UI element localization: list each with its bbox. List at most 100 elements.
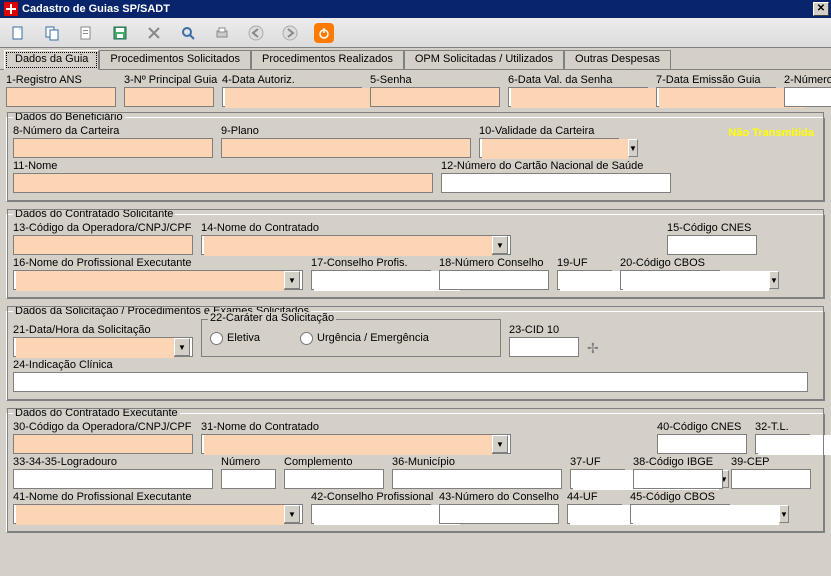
back-icon[interactable] [246,23,266,43]
label-45: 45-Código CBOS [630,491,730,503]
group-solicitacao: Dados da Solicitação / Procedimentos e E… [6,305,825,401]
copy-icon[interactable] [42,23,62,43]
label-13: 13-Código da Operadora/CNPJ/CPF [13,222,193,234]
label-4: 4-Data Autoriz. [222,74,362,86]
toolbar [0,18,831,48]
add-cid-icon[interactable]: ✢ [587,340,607,357]
delete-icon[interactable] [144,23,164,43]
dropdown-nome-contratado-exec[interactable]: ▼ [492,435,508,453]
label-38: 38-Código IBGE [633,456,723,468]
input-indicacao-clinica[interactable] [13,372,808,392]
paste-icon[interactable] [76,23,96,43]
label-39: 39-CEP [731,456,811,468]
status-label: Não Transmitida [728,127,814,139]
label-33: 33-34-35-Logradouro [13,456,213,468]
label-10: 10-Validade da Carteira [479,125,619,137]
input-registro-ans[interactable] [6,87,116,107]
print-icon[interactable] [212,23,232,43]
label-1: 1-Registro ANS [6,74,116,86]
input-num-conselho-exec[interactable] [439,504,559,524]
legend-executante: Dados do Contratado Executante [13,407,180,419]
input-nome-contratado-solic[interactable] [204,236,492,256]
label-2: 2-Número [784,74,831,86]
label-32: 32-T.L. [755,421,810,433]
dropdown-cbos-exec[interactable]: ▼ [779,505,789,523]
input-nome-contratado-exec[interactable] [204,435,492,455]
label-7: 7-Data Emissão Guia [656,74,776,86]
legend-beneficiario: Dados do Beneficiário [13,111,125,123]
input-num-conselho-solic[interactable] [439,270,549,290]
input-complemento[interactable] [284,469,384,489]
input-logradouro[interactable] [13,469,213,489]
label-6: 6-Data Val. da Senha [508,74,648,86]
input-ibge[interactable] [633,469,723,489]
label-31: 31-Nome do Contratado [201,421,511,433]
label-9: 9-Plano [221,125,471,137]
input-cep[interactable] [731,469,811,489]
input-senha[interactable] [370,87,500,107]
save-icon[interactable] [110,23,130,43]
input-plano[interactable] [221,138,471,158]
input-profissional-solic[interactable] [16,271,284,291]
input-validade-carteira[interactable] [482,139,628,159]
tab-proc-realizados[interactable]: Procedimentos Realizados [251,50,404,69]
tab-strip: Dados da Guia Procedimentos Solicitados … [0,48,831,70]
input-profissional-exec[interactable] [16,505,284,525]
label-num: Número [221,456,276,468]
tab-proc-solicitados[interactable]: Procedimentos Solicitados [99,50,251,69]
label-5: 5-Senha [370,74,500,86]
label-14: 14-Nome do Contratado [201,222,511,234]
label-19: 19-UF [557,257,612,269]
label-43: 43-Número do Conselho [439,491,559,503]
tab-content: 1-Registro ANS 3-Nº Principal Guia 4-Dat… [0,70,831,543]
label-36: 36-Município [392,456,562,468]
dropdown-cbos-solic[interactable]: ▼ [769,271,779,289]
input-cod-operadora-exec[interactable] [13,434,193,454]
radio-urgencia[interactable]: Urgência / Emergência [300,332,429,345]
power-icon[interactable] [314,23,334,43]
label-11: 11-Nome [13,160,433,172]
close-button[interactable]: ✕ [813,2,829,16]
input-num-end[interactable] [221,469,276,489]
dropdown-profissional-exec[interactable]: ▼ [284,505,300,523]
dropdown-nome-contratado-solic[interactable]: ▼ [492,236,508,254]
dropdown-profissional-solic[interactable]: ▼ [284,271,300,289]
label-24: 24-Indicação Clínica [13,359,808,371]
label-3: 3-Nº Principal Guia [124,74,214,86]
dropdown-data-solicitacao[interactable]: ▼ [174,338,190,356]
new-icon[interactable] [8,23,28,43]
input-data-val-senha[interactable] [511,88,657,108]
tab-opm[interactable]: OPM Solicitadas / Utilizados [404,50,564,69]
label-21: 21-Data/Hora da Solicitação [13,324,193,336]
tab-dados-guia[interactable]: Dados da Guia [4,50,99,70]
window-title: Cadastro de Guias SP/SADT [22,3,170,15]
label-18: 18-Número Conselho [439,257,549,269]
input-numero-carteira[interactable] [13,138,213,158]
input-cartao-sus[interactable] [441,173,671,193]
input-data-autoriz[interactable] [225,88,371,108]
input-cbos-solic[interactable] [623,271,769,291]
input-cid10[interactable] [509,337,579,357]
label-20: 20-Código CBOS [620,257,720,269]
search-icon[interactable] [178,23,198,43]
group-carater: 22-Caráter da Solicitação Eletiva Urgênc… [201,319,501,357]
radio-eletiva[interactable]: Eletiva [210,332,260,345]
app-icon [4,2,18,16]
dropdown-validade-carteira[interactable]: ▼ [628,139,638,157]
input-nome[interactable] [13,173,433,193]
label-17: 17-Conselho Profis. [311,257,431,269]
input-principal-guia[interactable] [124,87,214,107]
label-42: 42-Conselho Profissional [311,491,431,503]
input-cbos-exec[interactable] [633,505,779,525]
input-data-solicitacao[interactable] [16,338,174,358]
input-cnes-exec[interactable] [657,434,747,454]
input-cod-operadora-solic[interactable] [13,235,193,255]
forward-icon[interactable] [280,23,300,43]
input-numero[interactable] [784,87,831,107]
input-tl[interactable] [758,435,831,455]
input-cnes-solic[interactable] [667,235,757,255]
label-comp: Complemento [284,456,384,468]
tab-outras-despesas[interactable]: Outras Despesas [564,50,671,69]
input-municipio[interactable] [392,469,562,489]
label-30: 30-Código da Operadora/CNPJ/CPF [13,421,193,433]
